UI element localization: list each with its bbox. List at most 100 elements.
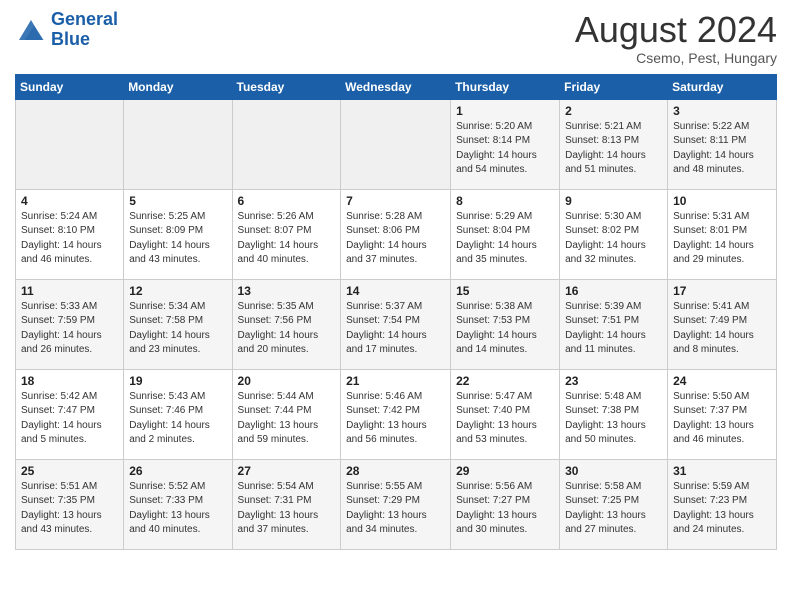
calendar-cell: 6 Sunrise: 5:26 AM Sunset: 8:07 PM Daylig… [232, 189, 341, 279]
calendar-week-row: 18 Sunrise: 5:42 AM Sunset: 7:47 PM Dayli… [16, 369, 777, 459]
day-info: Sunrise: 5:35 AM Sunset: 7:56 PM Dayligh… [238, 300, 336, 358]
calendar-cell: 2 Sunrise: 5:21 AM Sunset: 8:13 PM Daylig… [560, 99, 668, 189]
day-number: 18 [21, 374, 118, 388]
day-of-week-header: Wednesday [341, 74, 451, 99]
calendar-cell: 9Sunrise: 5:30 AM Sunset: 8:02 PM Daylig… [560, 189, 668, 279]
day-number: 11 [21, 284, 118, 298]
day-info: Sunrise: 5:55 AM Sunset: 7:29 PM Dayligh… [346, 480, 445, 538]
day-info: Sunrise: 5:25 AM Sunset: 8:09 PM Dayligh… [129, 210, 226, 268]
calendar-cell: 29 Sunrise: 5:56 AM Sunset: 7:27 PM Dayli… [451, 459, 560, 549]
calendar-cell: 12 Sunrise: 5:34 AM Sunset: 7:58 PM Dayli… [124, 279, 232, 369]
day-number: 27 [238, 464, 336, 478]
calendar-cell: 30Sunrise: 5:58 AM Sunset: 7:25 PM Dayli… [560, 459, 668, 549]
day-number: 2 [565, 104, 662, 118]
day-info: Sunrise: 5:50 AM Sunset: 7:37 PM Dayligh… [673, 390, 771, 448]
day-number: 29 [456, 464, 554, 478]
day-info: Sunrise: 5:33 AM Sunset: 7:59 PM Dayligh… [21, 300, 118, 358]
header-row: SundayMondayTuesdayWednesdayThursdayFrid… [16, 74, 777, 99]
calendar-cell: 14 Sunrise: 5:37 AM Sunset: 7:54 PM Dayli… [341, 279, 451, 369]
day-number: 26 [129, 464, 226, 478]
title-block: August 2024 Csemo, Pest, Hungary [575, 10, 777, 66]
calendar-cell [16, 99, 124, 189]
day-info: Sunrise: 5:38 AM Sunset: 7:53 PM Dayligh… [456, 300, 554, 358]
day-info: Sunrise: 5:31 AM Sunset: 8:01 PM Dayligh… [673, 210, 771, 268]
day-number: 12 [129, 284, 226, 298]
day-info: Sunrise: 5:28 AM Sunset: 8:06 PM Dayligh… [346, 210, 445, 268]
day-number: 3 [673, 104, 771, 118]
day-info: Sunrise: 5:56 AM Sunset: 7:27 PM Dayligh… [456, 480, 554, 538]
day-number: 10 [673, 194, 771, 208]
calendar-cell: 22 Sunrise: 5:47 AM Sunset: 7:40 PM Dayli… [451, 369, 560, 459]
calendar-cell: 28 Sunrise: 5:55 AM Sunset: 7:29 PM Dayli… [341, 459, 451, 549]
calendar-body: 1Sunrise: 5:20 AM Sunset: 8:14 PM Daylig… [16, 99, 777, 549]
month-title: August 2024 [575, 10, 777, 50]
day-number: 24 [673, 374, 771, 388]
calendar-table: SundayMondayTuesdayWednesdayThursdayFrid… [15, 74, 777, 550]
calendar-cell: 26 Sunrise: 5:52 AM Sunset: 7:33 PM Dayli… [124, 459, 232, 549]
calendar-header: SundayMondayTuesdayWednesdayThursdayFrid… [16, 74, 777, 99]
day-info: Sunrise: 5:21 AM Sunset: 8:13 PM Dayligh… [565, 120, 662, 178]
calendar-cell: 5 Sunrise: 5:25 AM Sunset: 8:09 PM Daylig… [124, 189, 232, 279]
day-info: Sunrise: 5:29 AM Sunset: 8:04 PM Dayligh… [456, 210, 554, 268]
day-info: Sunrise: 5:43 AM Sunset: 7:46 PM Dayligh… [129, 390, 226, 448]
day-info: Sunrise: 5:34 AM Sunset: 7:58 PM Dayligh… [129, 300, 226, 358]
calendar-cell: 19 Sunrise: 5:43 AM Sunset: 7:46 PM Dayli… [124, 369, 232, 459]
day-number: 14 [346, 284, 445, 298]
calendar-cell: 1Sunrise: 5:20 AM Sunset: 8:14 PM Daylig… [451, 99, 560, 189]
day-info: Sunrise: 5:37 AM Sunset: 7:54 PM Dayligh… [346, 300, 445, 358]
day-number: 25 [21, 464, 118, 478]
day-number: 28 [346, 464, 445, 478]
day-number: 15 [456, 284, 554, 298]
day-info: Sunrise: 5:42 AM Sunset: 7:47 PM Dayligh… [21, 390, 118, 448]
day-info: Sunrise: 5:59 AM Sunset: 7:23 PM Dayligh… [673, 480, 771, 538]
day-number: 22 [456, 374, 554, 388]
day-info: Sunrise: 5:22 AM Sunset: 8:11 PM Dayligh… [673, 120, 771, 178]
day-number: 17 [673, 284, 771, 298]
logo-name1: General [51, 9, 118, 29]
day-number: 19 [129, 374, 226, 388]
logo-name2: Blue [51, 29, 90, 49]
day-of-week-header: Saturday [668, 74, 777, 99]
day-info: Sunrise: 5:47 AM Sunset: 7:40 PM Dayligh… [456, 390, 554, 448]
calendar-cell: 16Sunrise: 5:39 AM Sunset: 7:51 PM Dayli… [560, 279, 668, 369]
calendar-cell: 27 Sunrise: 5:54 AM Sunset: 7:31 PM Dayli… [232, 459, 341, 549]
calendar-cell: 13 Sunrise: 5:35 AM Sunset: 7:56 PM Dayli… [232, 279, 341, 369]
calendar-cell: 24 Sunrise: 5:50 AM Sunset: 7:37 PM Dayli… [668, 369, 777, 459]
calendar-cell [232, 99, 341, 189]
day-of-week-header: Sunday [16, 74, 124, 99]
day-info: Sunrise: 5:51 AM Sunset: 7:35 PM Dayligh… [21, 480, 118, 538]
calendar-week-row: 1Sunrise: 5:20 AM Sunset: 8:14 PM Daylig… [16, 99, 777, 189]
day-info: Sunrise: 5:39 AM Sunset: 7:51 PM Dayligh… [565, 300, 662, 358]
day-of-week-header: Friday [560, 74, 668, 99]
calendar-cell: 31Sunrise: 5:59 AM Sunset: 7:23 PM Dayli… [668, 459, 777, 549]
calendar-cell: 8Sunrise: 5:29 AM Sunset: 8:04 PM Daylig… [451, 189, 560, 279]
day-number: 7 [346, 194, 445, 208]
day-of-week-header: Tuesday [232, 74, 341, 99]
day-info: Sunrise: 5:52 AM Sunset: 7:33 PM Dayligh… [129, 480, 226, 538]
page-header: General Blue August 2024 Csemo, Pest, Hu… [15, 10, 777, 66]
day-info: Sunrise: 5:46 AM Sunset: 7:42 PM Dayligh… [346, 390, 445, 448]
calendar-cell: 10 Sunrise: 5:31 AM Sunset: 8:01 PM Dayli… [668, 189, 777, 279]
day-number: 30 [565, 464, 662, 478]
day-info: Sunrise: 5:26 AM Sunset: 8:07 PM Dayligh… [238, 210, 336, 268]
day-info: Sunrise: 5:44 AM Sunset: 7:44 PM Dayligh… [238, 390, 336, 448]
calendar-week-row: 25 Sunrise: 5:51 AM Sunset: 7:35 PM Dayli… [16, 459, 777, 549]
calendar-week-row: 4Sunrise: 5:24 AM Sunset: 8:10 PM Daylig… [16, 189, 777, 279]
day-number: 4 [21, 194, 118, 208]
calendar-cell: 25 Sunrise: 5:51 AM Sunset: 7:35 PM Dayli… [16, 459, 124, 549]
calendar-cell [341, 99, 451, 189]
day-info: Sunrise: 5:48 AM Sunset: 7:38 PM Dayligh… [565, 390, 662, 448]
calendar-cell [124, 99, 232, 189]
calendar-cell: 15 Sunrise: 5:38 AM Sunset: 7:53 PM Dayli… [451, 279, 560, 369]
calendar-cell: 7 Sunrise: 5:28 AM Sunset: 8:06 PM Daylig… [341, 189, 451, 279]
day-number: 6 [238, 194, 336, 208]
calendar-cell: 18 Sunrise: 5:42 AM Sunset: 7:47 PM Dayli… [16, 369, 124, 459]
day-info: Sunrise: 5:54 AM Sunset: 7:31 PM Dayligh… [238, 480, 336, 538]
logo-icon [15, 16, 47, 44]
location: Csemo, Pest, Hungary [575, 50, 777, 66]
day-number: 13 [238, 284, 336, 298]
day-number: 5 [129, 194, 226, 208]
calendar-cell: 21Sunrise: 5:46 AM Sunset: 7:42 PM Dayli… [341, 369, 451, 459]
day-number: 23 [565, 374, 662, 388]
day-info: Sunrise: 5:30 AM Sunset: 8:02 PM Dayligh… [565, 210, 662, 268]
